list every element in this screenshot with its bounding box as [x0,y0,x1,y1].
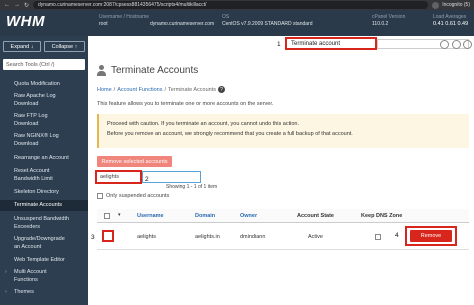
filter-input-extension[interactable] [142,171,201,183]
version-value: 110.0.2 [372,21,389,27]
sidebar-item-web-template-editor[interactable]: Web Template Editor [0,256,88,264]
whm-header: WHM Username / Hostname root dynamo.curi… [0,10,474,36]
version-info: cPanel Version 110.0.2 [372,14,405,28]
sidebar-item-raw-ftp-log-download[interactable]: Download [0,120,88,128]
incognito-icon [432,1,440,9]
sidebar-item-quota-modification[interactable]: Quota Modification [0,80,88,88]
load-label: Load Averages [433,14,467,20]
breadcrumb: Home / Account Functions / Terminate Acc… [97,86,225,93]
user-menu-icon[interactable] [463,40,472,49]
header-account-state: Account State [297,213,334,219]
remove-selected-accounts-button[interactable]: Remove selected accounts [97,156,172,167]
load-values: 0.41 0.61 0.49 [433,21,469,27]
notifications-icon[interactable] [452,40,461,49]
user-remove-icon [97,65,106,76]
select-dropdown-icon[interactable]: ▾ [118,212,121,218]
incognito-indicator[interactable]: Incognito (5) [432,1,470,9]
remove-button[interactable]: Remove [410,230,452,242]
annotation-2: 2 [145,176,149,183]
sidebar-item-themes-label: Themes [14,289,34,295]
chevron-right-icon: › [5,289,7,295]
expand-button[interactable]: Expand ↓ [3,41,41,52]
expand-label: Expand [10,43,30,50]
username-label: Username / Hostname [99,14,150,20]
sidebar: Expand ↓ Collapse ↑ Search Tools (Ctrl /… [0,36,88,305]
sidebar-search-input[interactable]: Search Tools (Ctrl /) [3,59,85,70]
os-label: OS [222,14,230,20]
row-username: aelights [137,234,156,240]
collapse-button[interactable]: Collapse ↑ [44,41,85,52]
sidebar-item-upgrade-downgrade-account[interactable]: an Account [0,243,88,251]
sidebar-item-skeleton-directory[interactable]: Skeleton Directory [0,188,88,196]
sidebar-item-reset-bandwidth[interactable]: Reset Account [0,167,88,175]
row-owner: dmindiann [240,234,266,240]
top-search-input[interactable]: Terminate account [285,37,377,50]
sidebar-item-upgrade-downgrade[interactable]: Upgrade/Downgrade [0,235,88,243]
collapse-label: Collapse [51,43,74,50]
pagination-summary: Showing 1 - 1 of 1 item [166,184,218,190]
only-suspended-toggle[interactable]: Only suspended accounts [97,193,169,199]
row-select-checkbox[interactable] [102,230,114,242]
only-suspended-checkbox[interactable] [97,193,103,199]
hostname-info: dynamo.curinameserver.com [150,14,214,28]
header-username[interactable]: Username [137,213,164,219]
select-all-checkbox[interactable] [104,213,110,219]
back-arrow-icon[interactable]: ← [4,2,10,8]
load-info: Load Averages [433,14,466,21]
username-info: Username / Hostname root [99,14,149,28]
filter-input[interactable]: aelights [95,170,142,184]
warning-line-1: Proceed with caution. If you terminate a… [107,121,300,127]
username-value: root [99,21,108,27]
warning-callout: Proceed with caution. If you terminate a… [97,114,469,148]
help-question-icon[interactable]: ? [217,86,225,93]
browser-toolbar: ← → ↻ dynamo.curinameserver.com:2087/cps… [0,0,474,10]
sidebar-item-raw-nginx-log[interactable]: Raw NGINX® Log [0,132,88,140]
sidebar-item-multi-account[interactable]: › Multi Account [0,268,88,276]
sidebar-item-multi-account-functions[interactable]: Functions [0,276,88,284]
os-info: OS CentOS v7.9.2009 STANDARD standard [222,14,313,28]
only-suspended-label: Only suspended accounts [106,193,170,199]
sidebar-item-rearrange-account[interactable]: Rearrange an Account [0,154,88,162]
header-domain[interactable]: Domain [195,213,215,219]
sidebar-item-multi-account-label: Multi Account [14,269,47,275]
breadcrumb-account-functions[interactable]: Account Functions [117,87,162,93]
main-content: 1 Terminate account Terminate Accounts H… [88,36,474,305]
row-account-state: Active [308,234,323,240]
sidebar-item-raw-apache-log-download[interactable]: Download [0,100,88,108]
version-label: cPanel Version [372,14,406,20]
sidebar-item-terminate-accounts[interactable]: Terminate Accounts [0,200,88,211]
address-bar[interactable]: dynamo.curinameserver.com:2087/cpsess881… [33,1,429,9]
chevron-right-icon: › [5,269,7,275]
breadcrumb-home[interactable]: Home [97,87,112,93]
os-value: CentOS v7.9.2009 STANDARD standard [222,21,313,27]
hostname-value: dynamo.curinameserver.com [150,21,215,27]
header-owner[interactable]: Owner [240,213,257,219]
annotation-4: 4 [395,232,399,239]
whm-logo[interactable]: WHM [6,13,45,30]
sidebar-item-reset-bandwidth-limit[interactable]: Bandwidth Limit [0,175,88,183]
sidebar-item-unsuspend-bandwidth[interactable]: Unsuspend Bandwidth [0,215,88,223]
forward-arrow-icon[interactable]: → [14,2,20,8]
reload-icon[interactable]: ↻ [24,2,29,9]
sidebar-item-raw-nginx-log-download[interactable]: Download [0,140,88,148]
sidebar-item-raw-ftp-log[interactable]: Raw FTP Log [0,112,88,120]
sidebar-item-themes[interactable]: › Themes [0,288,88,296]
expand-down-icon: ↓ [30,43,34,50]
page-title-text: Terminate Accounts [111,65,199,76]
sidebar-item-unsuspend-bandwidth-exceeders[interactable]: Exceeders [0,223,88,231]
annotation-1: 1 [277,41,281,48]
warning-line-2: Before you remove an account, we strongl… [107,131,353,137]
incognito-label: Incognito (5) [442,2,470,8]
help-icon[interactable] [440,40,449,49]
page-title: Terminate Accounts [97,65,198,76]
keep-dns-checkbox[interactable] [375,234,381,240]
annotation-3: 3 [91,234,95,241]
breadcrumb-current: Terminate Accounts [167,86,216,93]
row-domain[interactable]: aelights.in [195,234,220,240]
sidebar-item-raw-apache-log[interactable]: Raw Apache Log [0,92,88,100]
collapse-up-icon: ↑ [74,43,78,50]
header-keep-dns: Keep DNS Zone [361,213,403,219]
page-description: This feature allows you to terminate one… [97,101,274,107]
